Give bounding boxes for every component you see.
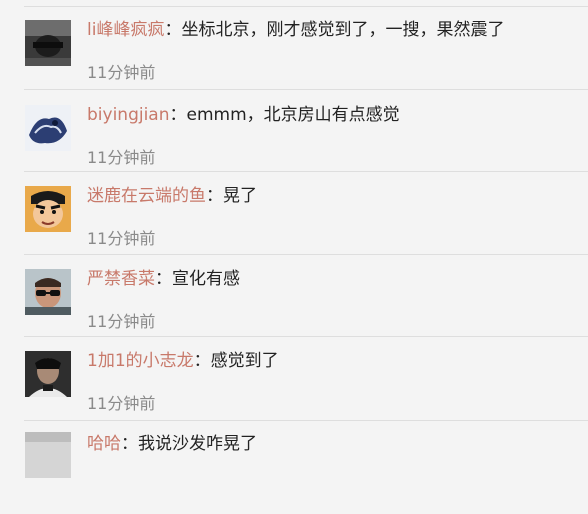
avatar[interactable]	[25, 186, 71, 232]
avatar[interactable]	[25, 432, 71, 478]
divider	[24, 171, 588, 172]
timestamp: 11分钟前	[87, 63, 156, 82]
avatar-cartoon-face-icon	[25, 186, 71, 232]
username-link[interactable]: biyingjian	[87, 105, 170, 125]
avatar-blue-sketch-icon	[25, 105, 71, 151]
username-link[interactable]: 迷鹿在云端的鱼	[87, 186, 206, 206]
colon: ：	[193, 351, 211, 371]
timestamp: 11分钟前	[87, 148, 156, 167]
avatar-man-sunglasses-icon	[25, 269, 71, 315]
comment-feed: li峰峰疯疯：坐标北京，刚才感觉到了，一搜，果然震了 11分钟前 biyingj…	[0, 0, 588, 478]
colon: ：	[169, 105, 187, 125]
avatar-person-photo-icon	[25, 351, 71, 397]
avatar-dark-photo-icon	[25, 20, 71, 66]
comment-line: li峰峰疯疯：坐标北京，刚才感觉到了，一搜，果然震了	[87, 18, 504, 42]
comment-item: 迷鹿在云端的鱼：晃了 11分钟前	[0, 186, 588, 268]
timestamp: 11分钟前	[87, 312, 156, 331]
comment-text: emmm，北京房山有点感觉	[186, 105, 400, 125]
comment-text: 坐标北京，刚才感觉到了，一搜，果然震了	[181, 20, 505, 40]
comment-line: 迷鹿在云端的鱼：晃了	[87, 184, 257, 208]
divider	[24, 420, 588, 421]
username-link[interactable]: li峰峰疯疯	[87, 20, 164, 40]
colon: ：	[206, 186, 223, 206]
comment-line: biyingjian：emmm，北京房山有点感觉	[87, 103, 400, 127]
avatar[interactable]	[25, 351, 71, 397]
timestamp: 11分钟前	[87, 394, 156, 413]
avatar[interactable]	[25, 105, 71, 151]
username-link[interactable]: 哈哈	[87, 434, 121, 454]
comment-text: 晃了	[223, 186, 257, 206]
comment-item: 哈哈：我说沙发咋晃了	[0, 432, 588, 514]
divider	[24, 6, 588, 7]
comment-line: 严禁香菜：宣化有感	[87, 267, 240, 291]
avatar-partial-icon	[25, 432, 71, 478]
colon: ：	[164, 20, 182, 40]
divider	[24, 89, 588, 90]
colon: ：	[155, 269, 172, 289]
comment-line: 1加1的小志龙：感觉到了	[87, 349, 279, 373]
comment-line: 哈哈：我说沙发咋晃了	[87, 432, 257, 456]
comment-text: 感觉到了	[210, 351, 279, 371]
avatar[interactable]	[25, 20, 71, 66]
comment-text: 我说沙发咋晃了	[138, 434, 257, 454]
divider	[24, 336, 588, 337]
username-link[interactable]: 严禁香菜	[87, 269, 155, 289]
colon: ：	[121, 434, 138, 454]
username-link[interactable]: 1加1的小志龙	[87, 351, 194, 371]
comment-item: biyingjian：emmm，北京房山有点感觉 11分钟前	[0, 105, 588, 187]
avatar[interactable]	[25, 269, 71, 315]
comment-text: 宣化有感	[172, 269, 240, 289]
comment-item: 严禁香菜：宣化有感 11分钟前	[0, 269, 588, 351]
timestamp: 11分钟前	[87, 229, 156, 248]
divider	[24, 254, 588, 255]
